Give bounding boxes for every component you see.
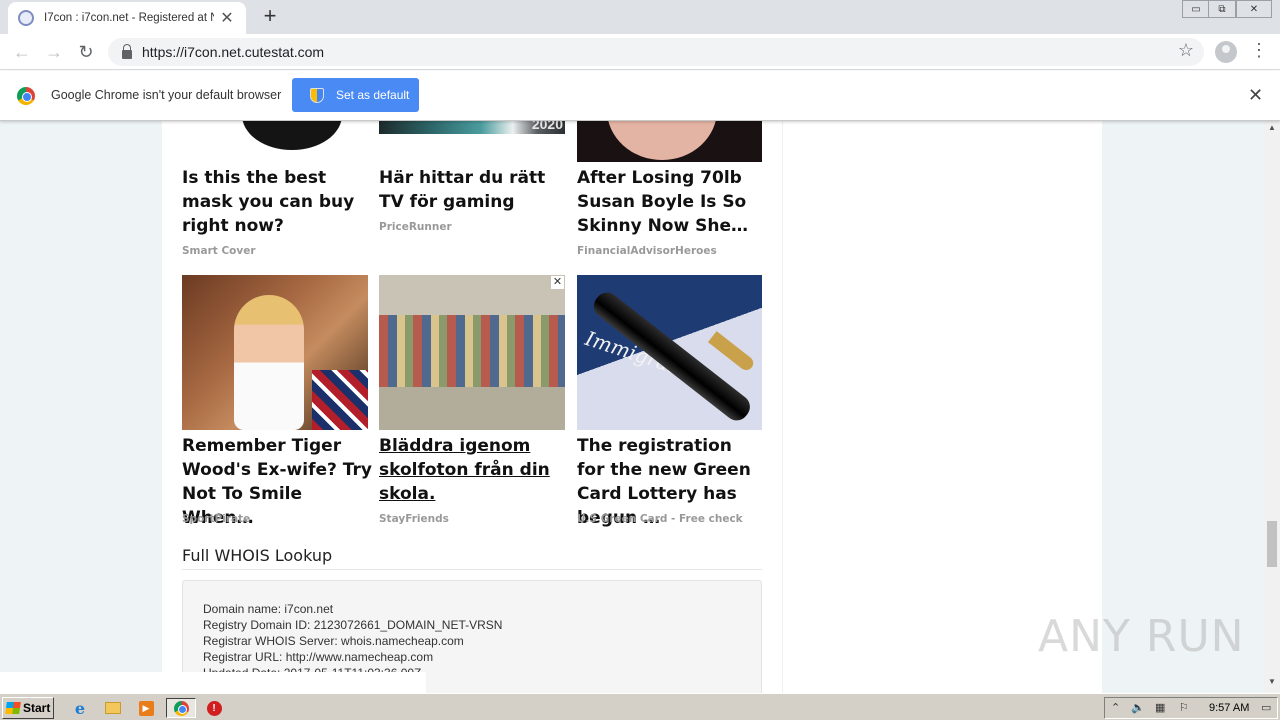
back-icon[interactable]: ← bbox=[10, 40, 34, 64]
ad-source-tiger[interactable]: SportPirate bbox=[182, 513, 250, 525]
ad-source-tv[interactable]: PriceRunner bbox=[379, 221, 452, 233]
chevron-up-icon[interactable]: ⌃ bbox=[1111, 701, 1120, 714]
ad-source-boyle[interactable]: FinancialAdvisorHeroes bbox=[577, 245, 717, 257]
folder-icon[interactable] bbox=[103, 698, 123, 718]
start-button[interactable]: Start bbox=[2, 697, 54, 719]
address-bar[interactable]: https://i7con.net.cutestat.com ☆ bbox=[108, 38, 1204, 66]
restore-button[interactable]: ⧉ bbox=[1208, 0, 1236, 18]
ad-image-immigration[interactable]: Immigration bbox=[577, 275, 762, 430]
show-desktop-icon[interactable]: ▭ bbox=[1261, 701, 1271, 714]
menu-icon[interactable]: ⋮ bbox=[1250, 40, 1268, 61]
ad-close-icon[interactable]: ✕ bbox=[551, 276, 564, 289]
star-icon[interactable]: ☆ bbox=[1178, 40, 1194, 61]
ad-image-mask[interactable] bbox=[180, 121, 368, 152]
flag-icon[interactable]: ⚐ bbox=[1179, 701, 1189, 714]
lock-icon[interactable] bbox=[122, 43, 132, 59]
window-close-button[interactable]: ✕ bbox=[1236, 0, 1272, 18]
page-bottom-overlay bbox=[0, 672, 426, 693]
scroll-down-arrow-icon[interactable]: ▼ bbox=[1264, 677, 1280, 691]
tab-title: I7con : i7con.net - Registered at Na bbox=[44, 12, 214, 24]
ad-title-school[interactable]: Bläddra igenom skolfoton från din skola. bbox=[379, 434, 569, 506]
chrome-taskbar-icon[interactable] bbox=[166, 698, 196, 718]
windows-logo-icon bbox=[5, 702, 21, 714]
infobar-close-icon[interactable]: ✕ bbox=[1248, 85, 1263, 106]
browser-tab[interactable]: I7con : i7con.net - Registered at Na ✕ bbox=[8, 2, 246, 34]
forward-icon[interactable]: → bbox=[42, 40, 66, 64]
profile-icon[interactable] bbox=[1215, 41, 1237, 63]
person-shape bbox=[234, 295, 304, 430]
network-icon[interactable]: ▦ bbox=[1155, 701, 1165, 714]
browser-toolbar: ← → ↻ https://i7con.net.cutestat.com ☆ ⋮ bbox=[0, 34, 1280, 70]
whois-line: Registrar WHOIS Server: whois.namecheap.… bbox=[203, 634, 464, 648]
volume-icon[interactable]: 🔈 bbox=[1131, 701, 1145, 714]
reload-icon[interactable]: ↻ bbox=[74, 40, 98, 64]
whois-heading: Full WHOIS Lookup bbox=[182, 546, 333, 565]
tab-close-icon[interactable]: ✕ bbox=[218, 8, 236, 28]
page-scrollbar[interactable]: ▲ ▼ bbox=[1264, 121, 1280, 693]
whois-line: Registry Domain ID: 2123072661_DOMAIN_NE… bbox=[203, 618, 503, 632]
url-text[interactable]: https://i7con.net.cutestat.com bbox=[142, 44, 324, 60]
scroll-up-arrow-icon[interactable]: ▲ bbox=[1264, 123, 1280, 137]
windows-taskbar: Start e ▶ ! ⌃ 🔈 ▦ ⚐ 9:57 AM ▭ bbox=[0, 693, 1280, 720]
clock[interactable]: 9:57 AM bbox=[1209, 702, 1249, 714]
ad-title-tv[interactable]: Här hittar du rätt TV för gaming bbox=[379, 166, 569, 214]
anyrun-watermark: ANY RUN bbox=[1038, 611, 1245, 662]
page-viewport: 2020 Is this the best mask you can buy r… bbox=[0, 121, 1264, 693]
scroll-thumb[interactable] bbox=[1267, 521, 1277, 567]
new-tab-button[interactable]: + bbox=[258, 4, 282, 28]
ad-source-school[interactable]: StayFriends bbox=[379, 513, 449, 525]
system-tray: ⌃ 🔈 ▦ ⚐ 9:57 AM ▭ bbox=[1104, 697, 1278, 719]
minimize-button[interactable]: ▭ bbox=[1182, 0, 1210, 18]
stop-icon[interactable]: ! bbox=[204, 698, 224, 718]
ad-image-tiger[interactable] bbox=[182, 275, 368, 430]
sidebar-column bbox=[782, 121, 1102, 693]
globe-icon bbox=[18, 10, 34, 26]
title-bar: I7con : i7con.net - Registered at Na ✕ +… bbox=[0, 0, 1280, 34]
default-browser-infobar: Google Chrome isn't your default browser… bbox=[0, 71, 1280, 121]
flag-shape bbox=[312, 370, 368, 430]
shield-icon bbox=[310, 87, 324, 103]
ad-source-greencard[interactable]: U.S Green Card - Free check bbox=[577, 513, 743, 525]
infobar-message: Google Chrome isn't your default browser bbox=[51, 88, 282, 102]
whois-line: Registrar URL: http://www.namecheap.com bbox=[203, 650, 434, 664]
ad-image-boyle[interactable] bbox=[577, 121, 762, 162]
chrome-icon bbox=[17, 87, 35, 105]
ad-title-mask[interactable]: Is this the best mask you can buy right … bbox=[182, 166, 372, 238]
set-as-default-button[interactable]: Set as default bbox=[292, 78, 419, 112]
ie-icon[interactable]: e bbox=[70, 698, 90, 718]
set-as-default-label: Set as default bbox=[336, 88, 410, 102]
whois-line: Domain name: i7con.net bbox=[203, 602, 334, 616]
ad-title-boyle[interactable]: After Losing 70lb Susan Boyle Is So Skin… bbox=[577, 166, 763, 238]
nib-shape bbox=[707, 331, 757, 373]
ad-image-tv-text: 2020 bbox=[531, 121, 563, 132]
ad-image-school[interactable] bbox=[379, 275, 565, 430]
media-player-icon[interactable]: ▶ bbox=[136, 698, 156, 718]
divider bbox=[182, 569, 762, 570]
ad-source-mask[interactable]: Smart Cover bbox=[182, 245, 256, 257]
ad-image-tv[interactable]: 2020 bbox=[379, 121, 565, 134]
start-label: Start bbox=[23, 701, 51, 715]
